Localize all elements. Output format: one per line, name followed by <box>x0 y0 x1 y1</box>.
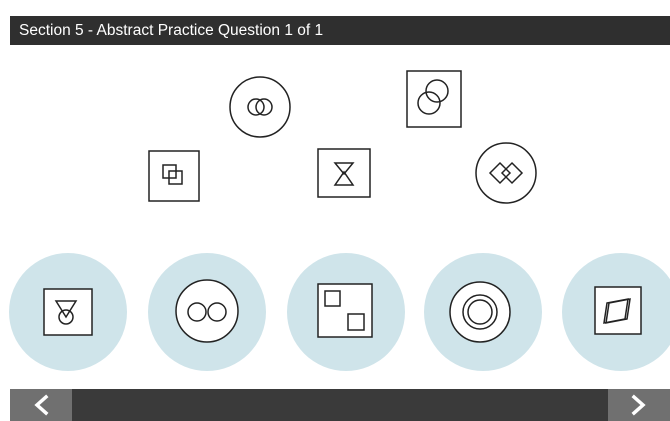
concentric-circles-figure <box>449 281 511 343</box>
overlapping-parallelograms-figure <box>594 286 642 335</box>
overlapping-circles-square-figure <box>406 70 462 128</box>
answer-option-c[interactable] <box>287 253 405 371</box>
chevron-right-icon <box>631 394 646 416</box>
answer-option-a[interactable] <box>9 253 127 371</box>
answer-option-b[interactable] <box>148 253 266 371</box>
interlocking-diamonds-circle-figure <box>474 141 538 205</box>
interlocking-rings-circle-figure <box>228 75 292 139</box>
chevron-left-icon <box>34 394 49 416</box>
answer-option-d[interactable] <box>424 253 542 371</box>
two-circles-circle-figure <box>175 279 239 343</box>
navigation-bar <box>10 389 670 421</box>
previous-button[interactable] <box>10 389 72 421</box>
triangle-circle-square-figure <box>43 288 93 336</box>
answer-option-e[interactable] <box>562 253 670 371</box>
next-button[interactable] <box>608 389 670 421</box>
two-squares-square-figure <box>317 283 373 338</box>
hourglass-square-figure <box>317 148 371 198</box>
question-title-bar: Section 5 - Abstract Practice Question 1… <box>10 16 670 45</box>
question-title: Section 5 - Abstract Practice Question 1… <box>19 22 324 39</box>
overlapping-squares-square-figure <box>148 150 200 202</box>
